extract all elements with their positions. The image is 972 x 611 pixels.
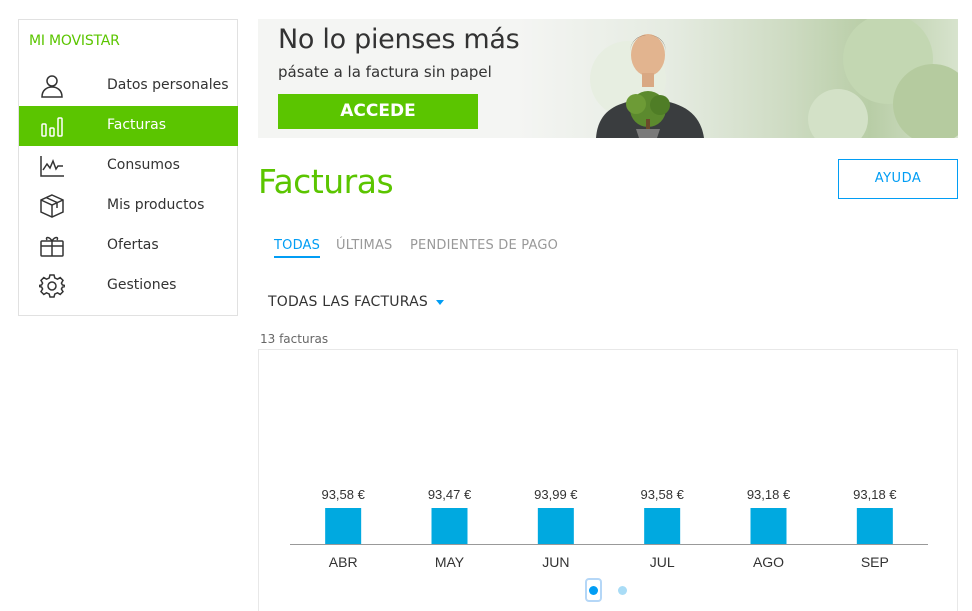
sidebar-title: MI MOVISTAR bbox=[29, 33, 120, 49]
sidebar-item-label: Consumos bbox=[107, 157, 180, 173]
chart-value-label: 93,58 € bbox=[321, 487, 365, 502]
banner-photo-woman-with-plant bbox=[590, 19, 958, 138]
sidebar-item-ofertas[interactable]: Ofertas bbox=[19, 226, 238, 266]
chart-bar-ago[interactable] bbox=[750, 508, 787, 544]
tab-pendientes-de-pago[interactable]: PENDIENTES DE PAGO bbox=[410, 238, 558, 253]
chart-category-label: JUN bbox=[542, 554, 569, 570]
chart-value-label: 93,18 € bbox=[747, 487, 791, 502]
chart-bar-jul[interactable] bbox=[644, 508, 681, 544]
invoice-filter-dropdown[interactable]: TODAS LAS FACTURAS bbox=[268, 294, 444, 310]
chart-category-label: MAY bbox=[435, 554, 465, 570]
chart-bar-abr[interactable] bbox=[325, 508, 362, 544]
chart-bar-jun[interactable] bbox=[537, 508, 574, 544]
sidebar-item-label: Mis productos bbox=[107, 197, 205, 213]
tab-ultimas[interactable]: ÚLTIMAS bbox=[336, 238, 393, 253]
chart-bar-sep[interactable] bbox=[856, 508, 893, 544]
bar-chart-icon bbox=[39, 114, 65, 138]
chart-category-label: JUL bbox=[650, 554, 675, 570]
sidebar-item-mis-productos[interactable]: Mis productos bbox=[19, 186, 238, 226]
promo-banner[interactable]: No lo pienses más pásate a la factura si… bbox=[258, 19, 958, 138]
invoice-bar-chart: 93,58 € ABR 93,47 € MAY 93,99 € JUN 93,58 € JUL… bbox=[290, 487, 928, 570]
chart-value-label: 93,47 € bbox=[428, 487, 472, 502]
invoice-chart: 93,58 € ABR 93,47 € MAY 93,99 € JUN 93,58 € JUL… bbox=[258, 349, 958, 611]
chart-value-label: 93,58 € bbox=[640, 487, 684, 502]
filter-label: TODAS LAS FACTURAS bbox=[268, 294, 428, 310]
sidebar-item-label: Datos personales bbox=[107, 77, 229, 93]
chart-value-label: 93,18 € bbox=[853, 487, 897, 502]
gift-icon bbox=[39, 234, 65, 258]
sidebar-item-gestiones[interactable]: Gestiones bbox=[19, 266, 238, 306]
activity-icon bbox=[39, 154, 65, 178]
sidebar: MI MOVISTAR Datos personales Facturas Co… bbox=[18, 19, 238, 316]
banner-headline: No lo pienses más bbox=[278, 24, 520, 55]
chart-category-label: ABR bbox=[329, 554, 358, 570]
sidebar-item-label: Gestiones bbox=[107, 277, 177, 293]
help-button[interactable]: AYUDA bbox=[838, 159, 958, 199]
chevron-down-icon bbox=[435, 299, 444, 305]
gear-icon bbox=[38, 274, 66, 298]
user-icon bbox=[39, 74, 65, 98]
chart-category-label: AGO bbox=[753, 554, 784, 570]
cube-icon bbox=[39, 194, 65, 218]
chart-bar-may[interactable] bbox=[431, 508, 468, 544]
pagination-dot-active[interactable] bbox=[585, 578, 602, 602]
chart-value-label: 93,99 € bbox=[534, 487, 578, 502]
chart-category-label: SEP bbox=[861, 554, 889, 570]
sidebar-item-label: Ofertas bbox=[107, 237, 159, 253]
pagination-dot[interactable] bbox=[618, 586, 627, 595]
sidebar-nav: Datos personales Facturas Consumos Mis p… bbox=[19, 66, 238, 306]
invoice-count: 13 facturas bbox=[260, 332, 329, 346]
sidebar-item-consumos[interactable]: Consumos bbox=[19, 146, 238, 186]
accede-button[interactable]: ACCEDE bbox=[278, 94, 478, 129]
banner-subline: pásate a la factura sin papel bbox=[278, 63, 492, 81]
sidebar-item-label: Facturas bbox=[107, 117, 167, 133]
sidebar-item-datos-personales[interactable]: Datos personales bbox=[19, 66, 238, 106]
page-title: Facturas bbox=[258, 162, 394, 201]
tab-todas[interactable]: TODAS bbox=[274, 238, 321, 258]
sidebar-item-facturas[interactable]: Facturas bbox=[19, 106, 238, 146]
